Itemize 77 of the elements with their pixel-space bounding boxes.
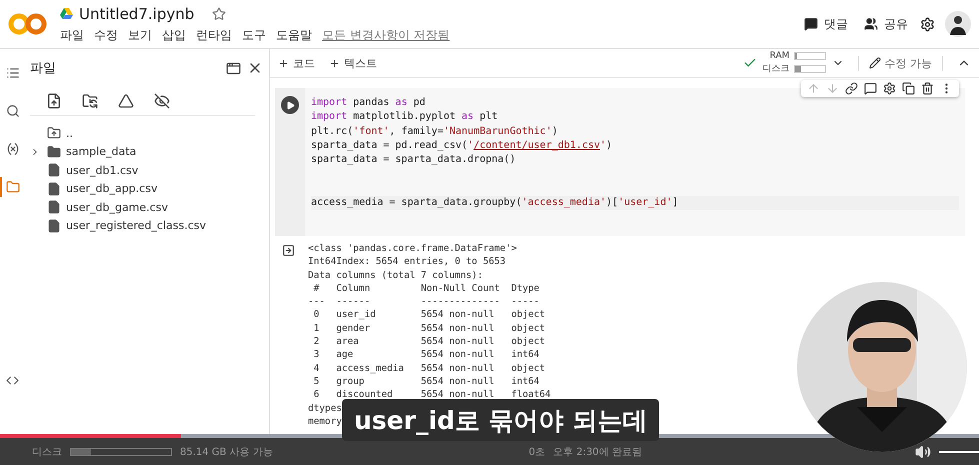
file-name[interactable]: .. — [66, 126, 73, 140]
avatar-icon[interactable] — [945, 11, 971, 37]
output-line: 5 group 5654 non-null int64 — [312, 374, 540, 388]
eye-off-icon[interactable] — [154, 93, 170, 109]
file-name[interactable]: user_db_app.csv — [66, 182, 158, 196]
output-line: memory — [308, 414, 342, 428]
play-icon — [286, 100, 294, 110]
folder-icon — [47, 144, 61, 159]
output-line: 4 access_media 5654 non-null object — [312, 362, 546, 375]
comment-icon[interactable] — [864, 82, 877, 95]
menu-item[interactable]: 파일 — [60, 26, 84, 44]
output-icon[interactable] — [282, 244, 295, 257]
pencil-icon — [868, 57, 880, 69]
output-line: 6 discounted 5654 non-null float64 — [312, 388, 551, 402]
menu-item[interactable]: 보기 — [128, 26, 152, 44]
completed-time: 오후 2:30에 완료됨 — [553, 446, 642, 458]
list-icon — [6, 66, 20, 80]
output-line: # Column Non-Null Count Dtype — [312, 282, 540, 296]
file-icon — [47, 163, 61, 178]
comment-button[interactable]: 댓글 — [796, 16, 856, 32]
link-icon[interactable] — [845, 82, 858, 95]
folder-up-icon — [47, 126, 61, 140]
variable-icon — [6, 142, 20, 156]
output-line: Int64Index: 5654 entries, 0 to 5653 — [308, 255, 506, 269]
output-line: Data columns (total 7 columns): — [308, 268, 483, 282]
file-name[interactable]: user_db_game.csv — [66, 200, 168, 214]
notebook-title[interactable]: Untitled7.ipynb — [79, 4, 194, 22]
people-icon — [864, 17, 878, 31]
output-line: 2 area 5654 non-null object — [312, 335, 546, 348]
folder-icon — [6, 180, 20, 194]
video-subtitle: user_id로 묶어야 되는데 — [342, 399, 660, 441]
file-name[interactable]: user_db1.csv — [66, 164, 138, 177]
triangle-icon[interactable] — [118, 93, 134, 109]
delete-icon[interactable] — [921, 82, 934, 95]
plus-icon — [329, 58, 340, 68]
file-icon — [47, 182, 61, 196]
run-button[interactable] — [281, 96, 299, 114]
search-icon — [6, 104, 20, 118]
comment-icon — [804, 17, 818, 31]
file-name[interactable]: user_registered_class.csv — [66, 219, 206, 232]
menu-item[interactable]: 수정 — [94, 26, 118, 44]
file-icon — [47, 218, 61, 233]
settings-icon[interactable] — [920, 16, 935, 32]
disk-status-label: 디스크 — [32, 446, 62, 458]
menu-item[interactable]: 도움말 — [276, 26, 312, 44]
settings-icon[interactable] — [883, 82, 896, 95]
panel-title: 파일 — [30, 60, 57, 77]
save-status[interactable]: 모든 변경사항이 저장됨 — [322, 26, 450, 44]
ram-label: RAM — [768, 51, 790, 61]
disk-free-text: 85.14 GB 사용 가능 — [180, 446, 273, 458]
output-line: <class 'pandas.core.frame.DataFrame'> — [308, 242, 517, 256]
menu-item[interactable]: 런타임 — [196, 26, 232, 44]
edit-mode-button[interactable]: 수정 가능 — [858, 56, 943, 70]
menu-item[interactable]: 도구 — [242, 26, 266, 44]
output-line: dtypes — [308, 402, 342, 415]
folder-refresh-icon[interactable] — [82, 93, 98, 109]
file-upload-icon[interactable] — [46, 93, 62, 109]
menu-item[interactable]: 삽입 — [162, 26, 186, 44]
file-icon — [47, 200, 61, 214]
disk-label: 디스크 — [762, 63, 790, 75]
plus-icon — [278, 58, 289, 68]
colab-logo — [8, 11, 48, 37]
drive-icon — [60, 8, 73, 19]
window-icon[interactable] — [226, 60, 241, 76]
star-icon[interactable] — [212, 6, 226, 20]
add-text-button[interactable]: 텍스트 — [329, 56, 377, 70]
output-line: 3 age 5654 non-null int64 — [312, 348, 540, 362]
copy-icon[interactable] — [902, 82, 915, 95]
run-time: 0초 — [528, 446, 546, 458]
share-button[interactable]: 공유 — [856, 16, 916, 32]
output-line: --- ------ -------------- ----- — [308, 295, 540, 308]
volume-icon[interactable] — [915, 444, 931, 460]
output-line: 0 user_id 5654 non-null object — [312, 308, 546, 322]
file-name[interactable]: sample_data — [66, 145, 136, 158]
output-line: 1 gender 5654 non-null object — [312, 322, 546, 336]
code-snippets-icon[interactable] — [6, 374, 18, 387]
add-code-button[interactable]: 코드 — [278, 56, 315, 70]
